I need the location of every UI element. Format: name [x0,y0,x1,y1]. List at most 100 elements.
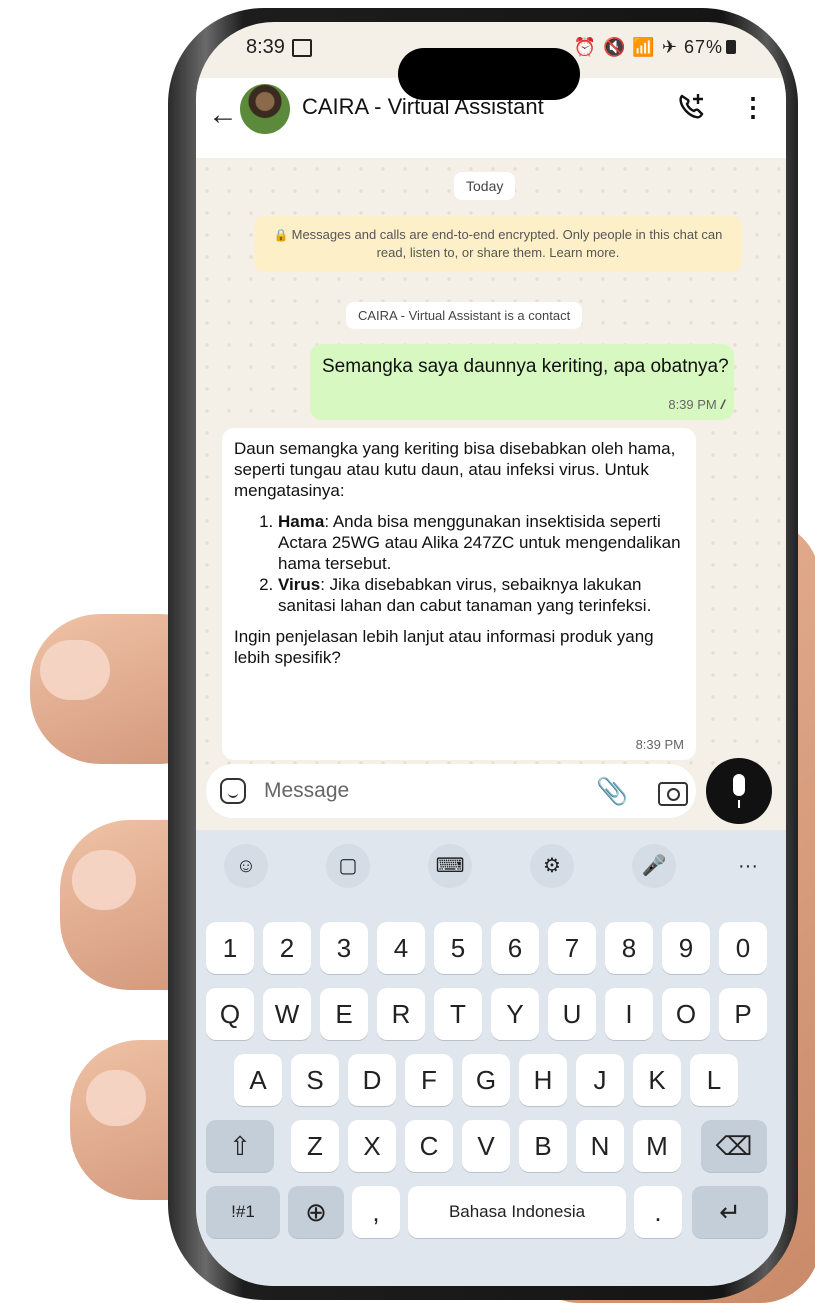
more-tools-icon[interactable]: ··· [726,844,770,888]
key-y[interactable]: Y [491,988,539,1040]
contact-notice: CAIRA - Virtual Assistant is a contact [346,302,583,329]
key-1[interactable]: 1 [206,922,254,974]
received-message-body: Daun semangka yang keriting bisa disebab… [234,438,684,668]
add-call-icon[interactable] [674,90,708,124]
key-x[interactable]: X [348,1120,396,1172]
microphone-icon [733,774,745,808]
key-n[interactable]: N [576,1120,624,1172]
battery-percent: 67% [683,37,723,57]
key-b[interactable]: B [519,1120,567,1172]
encryption-notice[interactable]: 🔒 Messages and calls are end-to-end encry… [254,216,742,272]
key-7[interactable]: 7 [548,922,596,974]
gallery-icon [292,39,312,57]
message-input[interactable]: Message [264,779,349,803]
alarm-icon: ⏰ [573,37,597,57]
space-bar[interactable]: Bahasa Indonesia [408,1186,626,1238]
fingernail-1 [40,640,110,700]
key-p[interactable]: P [719,988,767,1040]
key-o[interactable]: O [662,988,710,1040]
camera-icon[interactable] [658,782,688,806]
key-e[interactable]: E [320,988,368,1040]
symbols-key[interactable]: !#1 [206,1186,280,1238]
status-icons: ⏰ 🔇 📶 ✈ 67% [574,37,736,58]
key-i[interactable]: I [605,988,653,1040]
lock-icon: 🔒 [273,228,289,242]
emoji-icon[interactable]: ☺ [224,844,268,888]
key-3[interactable]: 3 [320,922,368,974]
key-g[interactable]: G [462,1054,510,1106]
key-m[interactable]: M [633,1120,681,1172]
settings-icon[interactable]: ⚙ [530,844,574,888]
key-z[interactable]: Z [291,1120,339,1172]
sent-message-time: 8:39 PM [668,397,717,412]
key-d[interactable]: D [348,1054,396,1106]
airplane-icon: ✈ [661,37,678,57]
avatar[interactable] [240,84,290,134]
comma-key[interactable]: , [352,1186,400,1238]
received-message[interactable]: Daun semangka yang keriting bisa disebab… [222,428,696,760]
shift-key[interactable]: ⇧ [206,1120,274,1172]
enter-key[interactable]: ↵ [692,1186,768,1238]
fingernail-2 [72,850,136,910]
battery-icon [726,40,736,54]
globe-key[interactable]: ⊕ [288,1186,344,1238]
date-chip: Today [454,172,516,200]
fingernail-3 [86,1070,146,1126]
key-9[interactable]: 9 [662,922,710,974]
back-arrow-icon[interactable]: ← [208,98,238,132]
sent-message-text: Semangka saya daunnya keriting, apa obat… [322,356,729,377]
key-h[interactable]: H [519,1054,567,1106]
key-a[interactable]: A [234,1054,282,1106]
list-item-title: Virus [278,575,321,594]
dynamic-island [398,48,580,100]
list-item: Hama: Anda bisa menggunakan insektisida … [278,511,684,574]
key-4[interactable]: 4 [377,922,425,974]
attach-icon[interactable]: 📎 [596,776,628,807]
keyboard-layout-icon[interactable]: ⌨ [428,844,472,888]
keyboard-toolbar: ☺ ▢ ⌨ ⚙ 🎤 ··· [196,844,786,890]
key-q[interactable]: Q [206,988,254,1040]
received-intro: Daun semangka yang keriting bisa disebab… [234,439,676,500]
message-composer: Message 📎 [206,764,696,818]
phone-screen: 8:39 ⏰ 🔇 📶 ✈ 67% ← CAIRA - Virtual Assis… [196,22,786,1286]
key-f[interactable]: F [405,1054,453,1106]
voice-input-icon[interactable]: 🎤 [632,844,676,888]
list-item: Virus: Jika disebabkan virus, sebaiknya … [278,574,684,616]
received-message-time: 8:39 PM [635,737,684,752]
backspace-key[interactable]: ⌫ [701,1120,767,1172]
chat-area: Today 🔒 Messages and calls are end-to-end… [196,158,786,768]
key-2[interactable]: 2 [263,922,311,974]
key-u[interactable]: U [548,988,596,1040]
sticker-icon[interactable] [220,778,246,804]
list-item-text: : Anda bisa menggunakan insektisida sepe… [278,512,681,573]
wifi-icon: 📶 [632,37,656,57]
status-time: 8:39 [246,36,285,58]
list-item-text: : Jika disebabkan virus, sebaiknya lakuk… [278,575,652,615]
list-item-title: Hama [278,512,325,531]
voice-message-button[interactable] [706,758,772,824]
key-v[interactable]: V [462,1120,510,1172]
key-j[interactable]: J [576,1054,624,1106]
key-w[interactable]: W [263,988,311,1040]
clipboard-icon[interactable]: ▢ [326,844,370,888]
key-0[interactable]: 0 [719,922,767,974]
sent-message[interactable]: Semangka saya daunnya keriting, apa obat… [310,344,734,420]
key-5[interactable]: 5 [434,922,482,974]
received-outro: Ingin penjelasan lebih lanjut atau infor… [234,627,654,667]
key-8[interactable]: 8 [605,922,653,974]
keyboard: ☺ ▢ ⌨ ⚙ 🎤 ··· 1 2 3 4 5 6 7 8 9 0 Q W E … [196,830,786,1286]
key-t[interactable]: T [434,988,482,1040]
mute-icon: 🔇 [602,37,627,57]
key-6[interactable]: 6 [491,922,539,974]
key-c[interactable]: C [405,1120,453,1172]
more-options-icon[interactable]: ⋮ [740,92,766,123]
period-key[interactable]: . [634,1186,682,1238]
sent-message-meta: 8:39 PM// [668,397,726,412]
received-list: Hama: Anda bisa menggunakan insektisida … [234,511,684,616]
key-r[interactable]: R [377,988,425,1040]
key-k[interactable]: K [633,1054,681,1106]
read-receipt-icon: // [720,397,726,412]
key-l[interactable]: L [690,1054,738,1106]
encryption-text: Messages and calls are end-to-end encryp… [291,227,723,260]
key-s[interactable]: S [291,1054,339,1106]
